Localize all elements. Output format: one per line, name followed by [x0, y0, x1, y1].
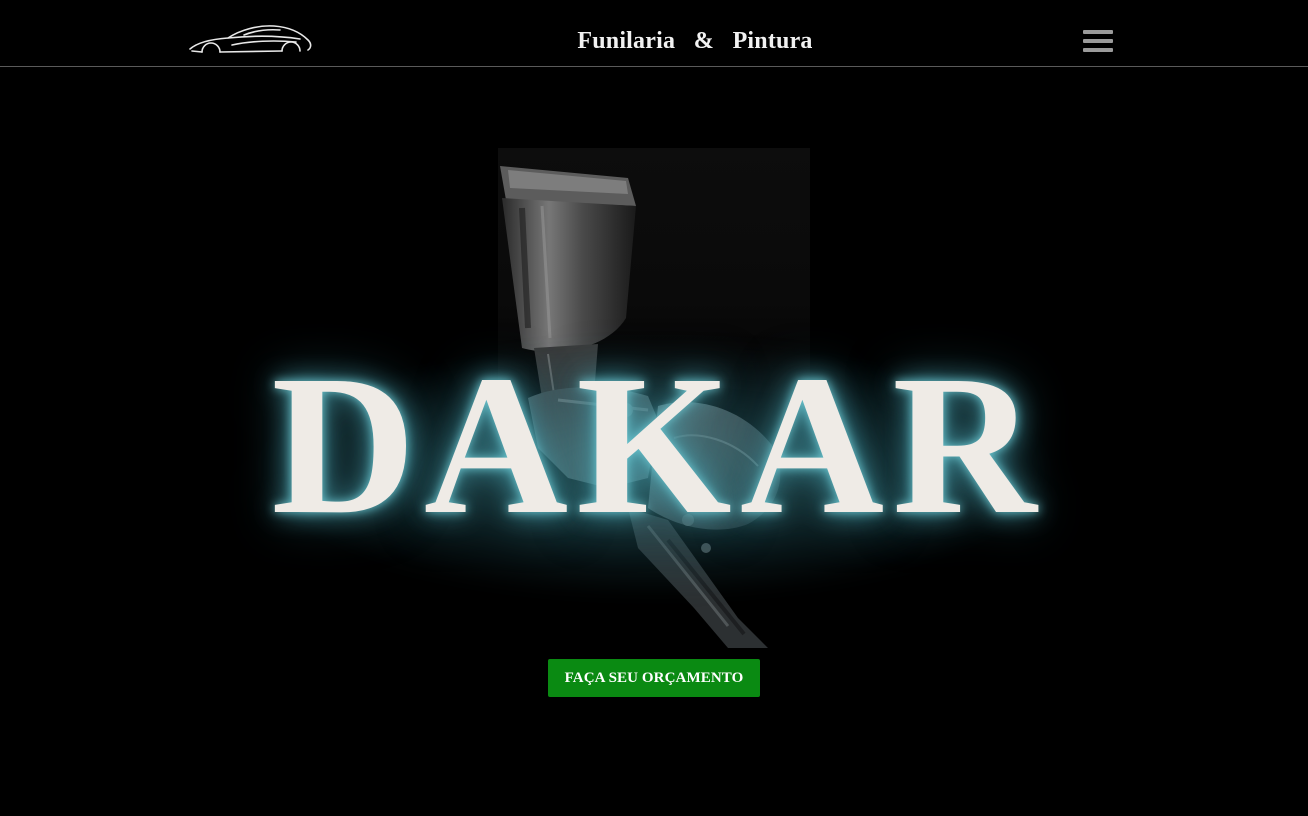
brand-title: DAKAR [271, 335, 1045, 556]
hero-section: DAKAR FAÇA SEU ORÇAMENTO [0, 67, 1308, 816]
menu-bar-line [1083, 30, 1113, 34]
top-navbar: Funilaria & Pintura [0, 0, 1308, 67]
quote-request-button[interactable]: FAÇA SEU ORÇAMENTO [548, 659, 760, 697]
menu-bar-line [1083, 39, 1113, 43]
menu-bar-line [1083, 48, 1113, 52]
hamburger-menu-icon[interactable] [1081, 28, 1115, 56]
